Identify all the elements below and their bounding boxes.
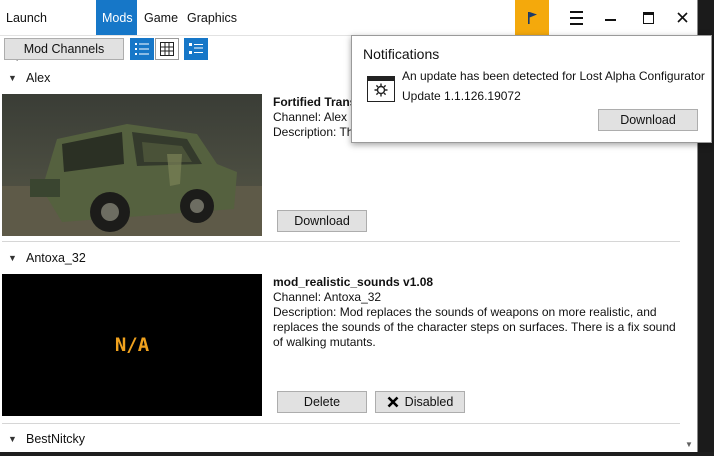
list-view-button[interactable] bbox=[130, 38, 154, 60]
download-button[interactable]: Download bbox=[277, 210, 367, 232]
icon-titlebar bbox=[368, 77, 394, 81]
maximize-button[interactable] bbox=[631, 0, 665, 35]
notification-download-button[interactable]: Download bbox=[598, 109, 698, 131]
menu-bar: Launch Options Mods Game Graphics bbox=[0, 0, 699, 61]
chevron-down-icon: ▼ bbox=[8, 434, 17, 444]
notification-version: Update 1.1.126.19072 bbox=[402, 89, 521, 103]
group-name: BestNitcky bbox=[26, 432, 86, 446]
mod-thumbnail: N/A bbox=[2, 274, 262, 416]
delete-button[interactable]: Delete bbox=[277, 391, 367, 413]
notifications-flag-button[interactable] bbox=[515, 0, 549, 35]
tab-game[interactable]: Game bbox=[138, 0, 180, 35]
group-name: Alex bbox=[26, 71, 51, 85]
close-button[interactable] bbox=[665, 0, 699, 35]
no-image-label: N/A bbox=[114, 334, 150, 356]
mod-info-antoxa: mod_realistic_sounds v1.08 Channel: Anto… bbox=[273, 275, 678, 350]
group-header-antoxa[interactable]: ▼ Antoxa_32 bbox=[0, 247, 681, 269]
desktop-background bbox=[0, 452, 714, 456]
tab-mods[interactable]: Mods bbox=[96, 0, 137, 35]
list-view-icon bbox=[135, 43, 149, 55]
detail-list-icon bbox=[189, 43, 203, 54]
hamburger-line bbox=[569, 16, 583, 19]
tab-launch-options[interactable]: Launch Options bbox=[0, 0, 96, 61]
close-x-icon bbox=[387, 396, 399, 408]
mod-channels-button[interactable]: Mod Channels bbox=[4, 38, 124, 60]
flag-icon bbox=[528, 11, 537, 24]
group-name: Antoxa_32 bbox=[26, 251, 86, 265]
vehicle-thumbnail-image bbox=[2, 94, 262, 236]
minimize-icon bbox=[604, 18, 616, 21]
gear-icon bbox=[374, 83, 388, 97]
hamburger-line bbox=[569, 22, 583, 25]
close-icon bbox=[676, 12, 688, 23]
divider bbox=[2, 423, 680, 424]
chevron-down-icon: ▼ bbox=[8, 73, 17, 83]
tab-graphics[interactable]: Graphics bbox=[181, 0, 243, 35]
detail-view-button[interactable] bbox=[184, 38, 208, 60]
disabled-toggle-button[interactable]: Disabled bbox=[375, 391, 465, 413]
menu-button[interactable] bbox=[559, 0, 593, 35]
group-header-bestnitcky[interactable]: ▼ BestNitcky bbox=[0, 428, 681, 450]
chevron-down-icon: ▼ bbox=[8, 253, 17, 263]
notification-message: An update has been detected for Lost Alp… bbox=[402, 69, 705, 83]
grid-view-icon bbox=[160, 42, 174, 56]
mod-title: mod_realistic_sounds v1.08 bbox=[273, 275, 434, 289]
mod-thumbnail bbox=[2, 94, 262, 236]
disabled-label: Disabled bbox=[404, 395, 454, 409]
popup-title: Notifications bbox=[363, 46, 440, 62]
notifications-popup: Notifications An update has been detecte… bbox=[351, 35, 712, 143]
minimize-button[interactable] bbox=[593, 0, 627, 35]
hamburger-icon bbox=[569, 10, 583, 13]
grid-view-button[interactable] bbox=[155, 38, 179, 60]
mod-channel: Channel: Antoxa_32 bbox=[273, 290, 382, 304]
divider bbox=[2, 241, 680, 242]
scroll-down-arrow-icon[interactable]: ▼ bbox=[681, 438, 697, 452]
maximize-icon bbox=[642, 11, 654, 24]
mod-description: Description: Mod replaces the sounds of … bbox=[273, 305, 676, 349]
settings-window-icon bbox=[367, 76, 395, 102]
